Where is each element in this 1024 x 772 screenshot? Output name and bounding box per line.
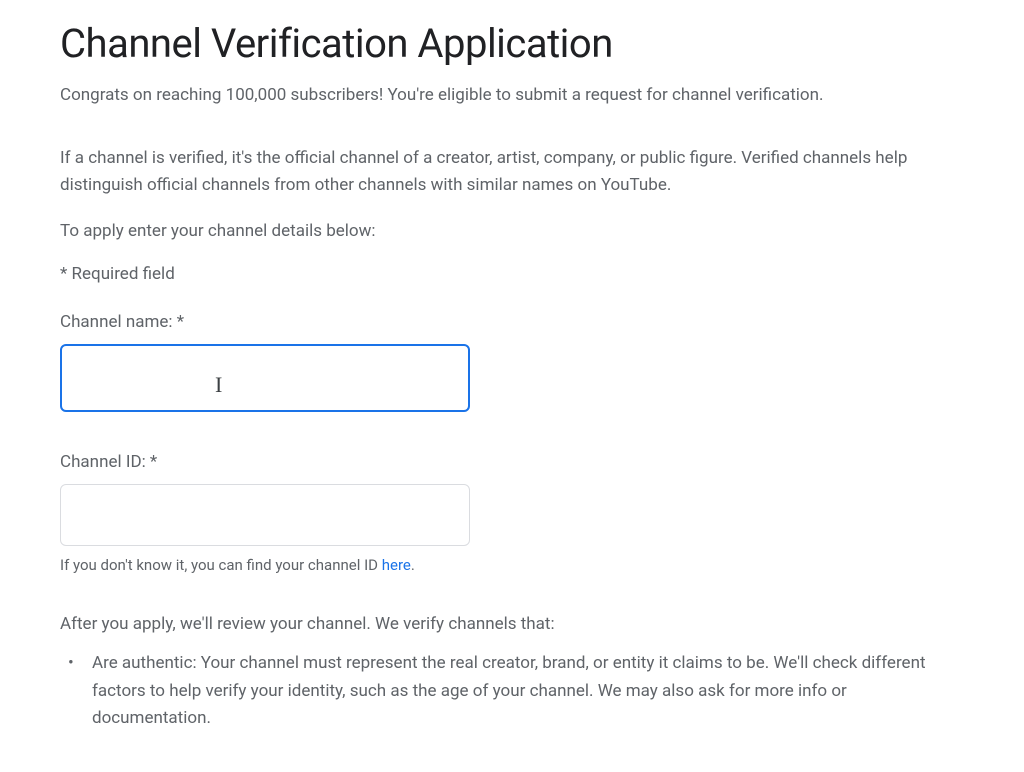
description-text: If a channel is verified, it's the offic… <box>60 145 964 199</box>
required-field-note: * Required field <box>60 264 964 284</box>
intro-text: Congrats on reaching 100,000 subscribers… <box>60 83 964 109</box>
help-text-suffix: . <box>411 556 415 574</box>
channel-name-input[interactable] <box>60 344 470 412</box>
channel-name-label: Channel name: * <box>60 312 964 332</box>
instruction-text: To apply enter your channel details belo… <box>60 219 964 245</box>
channel-id-help: If you don't know it, you can find your … <box>60 556 964 574</box>
channel-name-group: Channel name: * <box>60 312 964 412</box>
help-text-prefix: If you don't know it, you can find your … <box>60 556 382 574</box>
review-criteria-list: Are authentic: Your channel must represe… <box>60 650 964 732</box>
find-channel-id-link[interactable]: here <box>382 556 411 574</box>
page-title: Channel Verification Application <box>60 20 964 67</box>
list-item: Are authentic: Your channel must represe… <box>84 650 964 732</box>
review-heading: After you apply, we'll review your chann… <box>60 614 964 634</box>
channel-id-label: Channel ID: * <box>60 452 964 472</box>
channel-id-group: Channel ID: * If you don't know it, you … <box>60 452 964 574</box>
channel-id-input[interactable] <box>60 484 470 546</box>
